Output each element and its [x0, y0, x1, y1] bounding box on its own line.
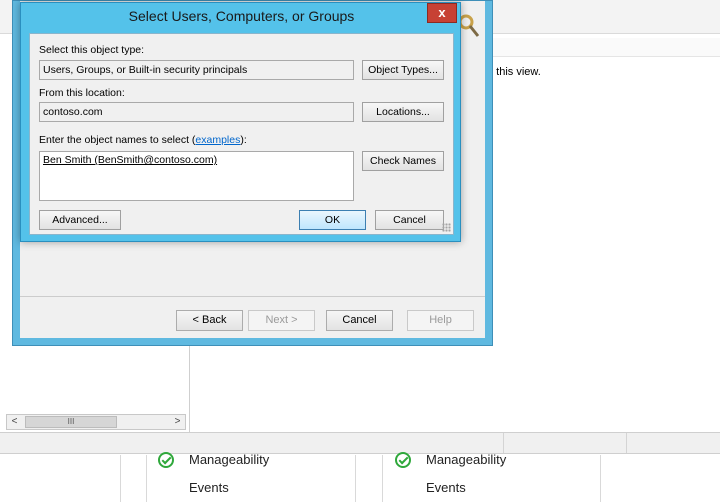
- horizontal-scrollbar[interactable]: < III >: [6, 414, 186, 430]
- status-ok-icon: [395, 452, 411, 468]
- select-users-dialog: Select Users, Computers, or Groups x Sel…: [20, 2, 461, 242]
- location-field: contoso.com: [39, 102, 354, 122]
- wizard-cancel-button[interactable]: Cancel: [326, 310, 393, 331]
- ok-button[interactable]: OK: [299, 210, 366, 230]
- status-ok-icon: [158, 452, 174, 468]
- events-link[interactable]: Events: [426, 480, 466, 495]
- scroll-right-icon[interactable]: >: [170, 415, 185, 429]
- dialog-title: Select Users, Computers, or Groups: [128, 8, 355, 24]
- object-names-input[interactable]: Ben Smith (BenSmith@contoso.com): [39, 151, 354, 201]
- scroll-left-icon[interactable]: <: [7, 415, 22, 429]
- check-names-button[interactable]: Check Names: [362, 151, 444, 171]
- close-icon[interactable]: x: [427, 3, 457, 23]
- back-button[interactable]: < Back: [176, 310, 243, 331]
- resolved-name: Ben Smith (BenSmith@contoso.com): [43, 154, 218, 166]
- manageability-link[interactable]: Manageability: [426, 452, 506, 467]
- location-label: From this location:: [39, 87, 125, 99]
- locations-button[interactable]: Locations...: [362, 102, 444, 122]
- examples-link[interactable]: examples: [195, 134, 240, 146]
- events-link[interactable]: Events: [189, 480, 229, 495]
- scrollbar-thumb[interactable]: III: [25, 416, 117, 428]
- empty-view-message: n this view.: [487, 66, 541, 78]
- object-type-label: Select this object type:: [39, 44, 145, 56]
- dashboard-strip: [0, 455, 720, 502]
- object-names-label: Enter the object names to select (exampl…: [39, 134, 247, 146]
- resize-grip-icon[interactable]: [442, 223, 451, 232]
- advanced-button[interactable]: Advanced...: [39, 210, 121, 230]
- help-button[interactable]: Help: [407, 310, 474, 331]
- manageability-link[interactable]: Manageability: [189, 452, 269, 467]
- dialog-body: Select this object type: Users, Groups, …: [29, 33, 454, 235]
- status-bar: [0, 432, 720, 454]
- dialog-cancel-button[interactable]: Cancel: [375, 210, 444, 230]
- object-types-button[interactable]: Object Types...: [362, 60, 444, 80]
- next-button[interactable]: Next >: [248, 310, 315, 331]
- object-type-field: Users, Groups, or Built-in security prin…: [39, 60, 354, 80]
